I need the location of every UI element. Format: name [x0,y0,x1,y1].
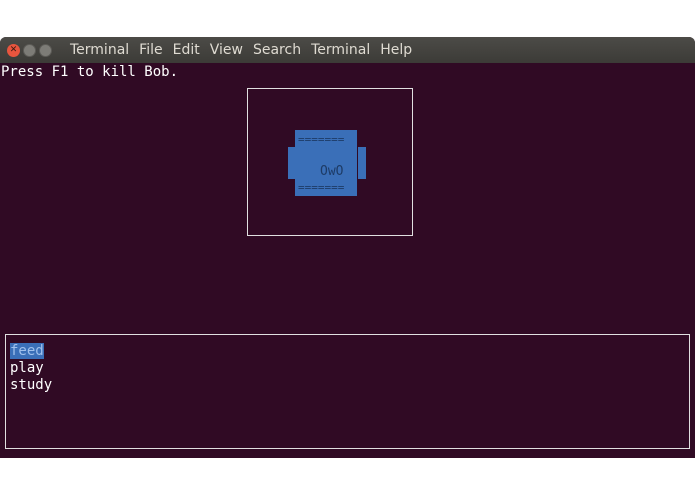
minimize-icon[interactable] [23,43,36,57]
pet-right-arm [358,147,366,179]
terminal-content[interactable]: Press F1 to kill Bob. ======= OwO ======… [0,63,695,458]
pet-sprite: ======= OwO ======= [288,130,366,196]
action-list: feed play study [10,343,52,394]
pet-bottom-line: ======= [298,181,345,194]
pet-top-line: ======= [298,133,345,146]
hint-text: Press F1 to kill Bob. [1,64,179,80]
close-icon[interactable]: ✕ [7,43,20,57]
pet-face: OwO [320,164,344,179]
action-play[interactable]: play [10,360,52,377]
menu-bar: Terminal File Edit View Search Terminal … [70,42,422,58]
action-menu: feed play study [5,334,690,449]
action-study[interactable]: study [10,377,52,394]
title-bar: ✕ Terminal File Edit View Search Termina… [0,37,695,63]
menu-item-edit[interactable]: Edit [173,42,200,58]
action-feed[interactable]: feed [10,343,52,360]
menu-item-terminal-app[interactable]: Terminal [70,42,129,58]
terminal-window: ✕ Terminal File Edit View Search Termina… [0,37,695,458]
menu-item-file[interactable]: File [139,42,162,58]
pet-frame: ======= OwO ======= [247,88,413,236]
menu-item-search[interactable]: Search [253,42,301,58]
menu-item-help[interactable]: Help [380,42,412,58]
menu-item-terminal[interactable]: Terminal [311,42,370,58]
menu-item-view[interactable]: View [210,42,243,58]
maximize-icon[interactable] [39,43,52,57]
pet-body: ======= OwO ======= [295,130,357,196]
